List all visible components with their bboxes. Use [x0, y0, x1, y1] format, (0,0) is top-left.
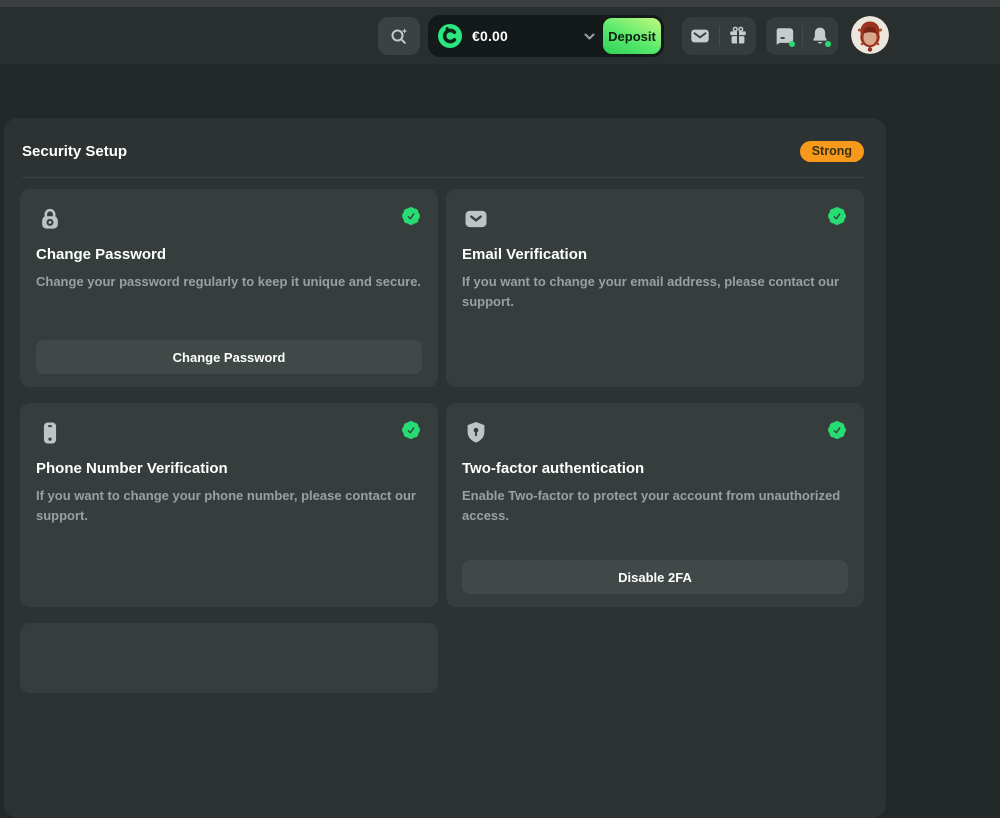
shield-icon [462, 419, 490, 447]
card-description: Enable Two-factor to protect your accoun… [462, 486, 848, 526]
card-description: Change your password regularly to keep i… [36, 272, 422, 292]
card-title: Email Verification [462, 246, 848, 263]
card-phone-verification: Phone Number Verification If you want to… [20, 403, 438, 607]
security-cards-grid: Change Password Change your password reg… [4, 178, 886, 693]
gift-icon[interactable] [727, 25, 749, 47]
deposit-button[interactable]: Deposit [603, 18, 661, 54]
divider [719, 26, 720, 46]
verified-check-badge [826, 205, 848, 227]
coin-icon [437, 23, 463, 49]
security-setup-panel: Security Setup Strong [4, 118, 886, 818]
top-strip [0, 0, 1000, 7]
mail-gift-group [682, 17, 756, 55]
chevron-down-icon [583, 30, 596, 43]
card-title: Two-factor authentication [462, 460, 848, 477]
currency-selector[interactable]: €0.00 Deposit [428, 15, 664, 57]
phone-icon [36, 419, 64, 447]
search-button[interactable] [378, 17, 420, 55]
card-title: Change Password [36, 246, 422, 263]
chat-icon[interactable] [773, 25, 795, 47]
envelope-icon[interactable] [689, 25, 711, 47]
card-partial [20, 623, 438, 693]
chat-status-dot [789, 41, 795, 47]
change-password-button[interactable]: Change Password [36, 340, 422, 374]
chat-bell-group [766, 17, 838, 55]
disable-2fa-button[interactable]: Disable 2FA [462, 560, 848, 594]
lock-icon [36, 205, 64, 233]
panel-header: Security Setup Strong [4, 118, 886, 177]
divider [802, 26, 803, 46]
search-sparkle-icon [388, 25, 410, 47]
avatar[interactable] [851, 16, 889, 54]
security-strength-badge: Strong [800, 141, 864, 162]
card-change-password: Change Password Change your password reg… [20, 189, 438, 387]
card-title: Phone Number Verification [36, 460, 422, 477]
verified-check-badge [400, 419, 422, 441]
card-description: If you want to change your email address… [462, 272, 848, 312]
card-description: If you want to change your phone number,… [36, 486, 422, 526]
wallet-balance: €0.00 [472, 15, 508, 57]
bell-icon[interactable] [809, 25, 831, 47]
top-bar: €0.00 Deposit [0, 7, 1000, 64]
card-email-verification: Email Verification If you want to change… [446, 189, 864, 387]
verified-check-badge [400, 205, 422, 227]
page-title: Security Setup [22, 143, 127, 160]
verified-check-badge [826, 419, 848, 441]
card-two-factor: Two-factor authentication Enable Two-fac… [446, 403, 864, 607]
envelope-icon [462, 205, 490, 233]
